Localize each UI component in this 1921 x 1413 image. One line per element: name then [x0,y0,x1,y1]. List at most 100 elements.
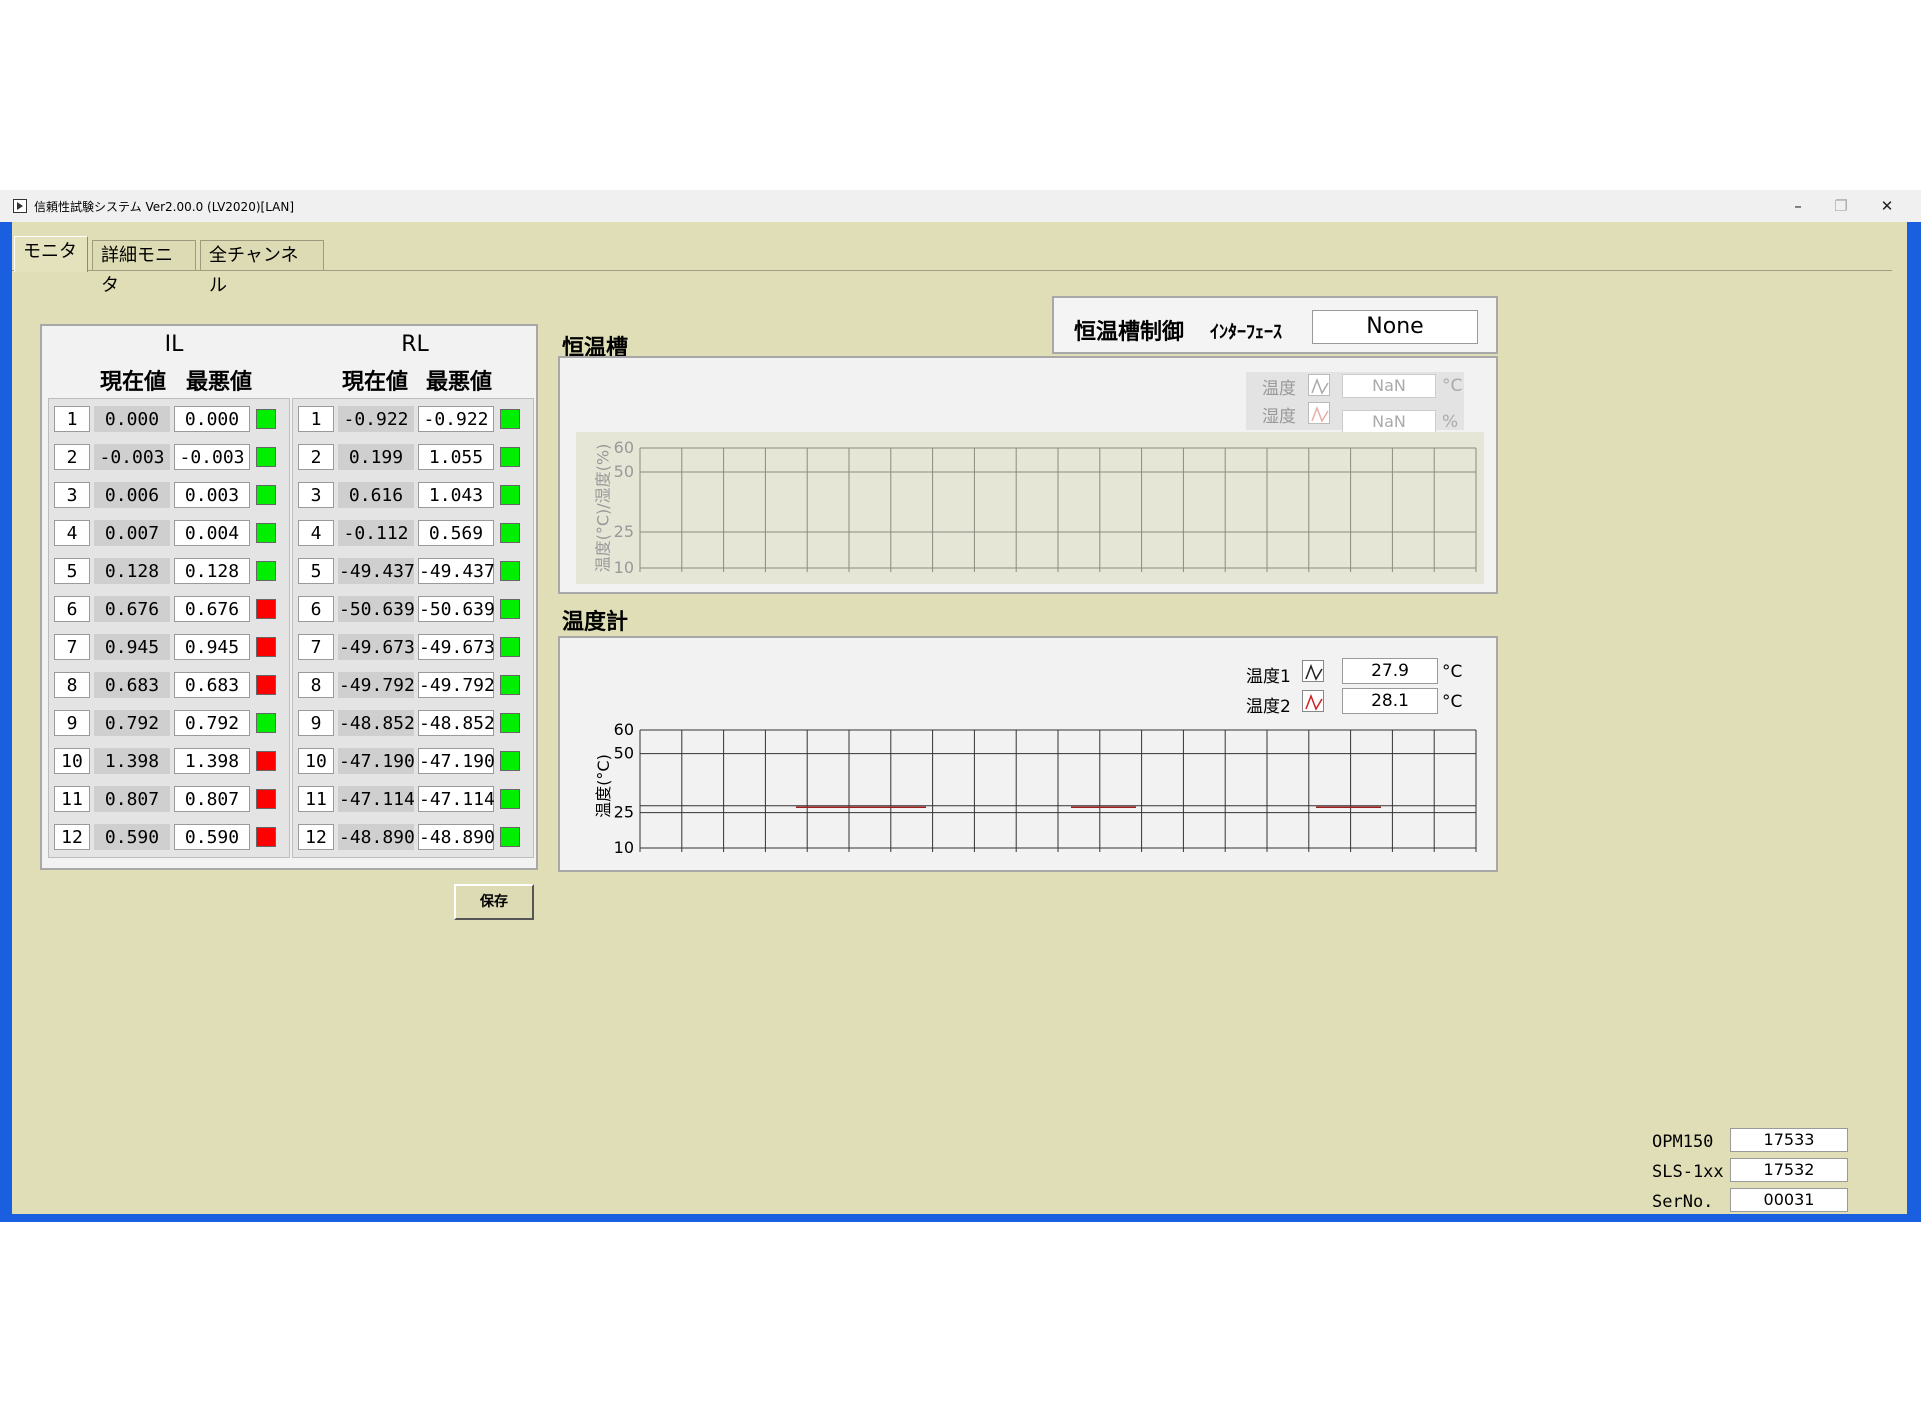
il-channel-number: 12 [54,824,90,850]
rl-worst-value: -49.673 [418,634,495,660]
rl-status-indicator [500,561,520,581]
tab-monitor[interactable]: モニタ [14,236,88,272]
il-status-indicator [256,409,276,429]
rl-current-value: -50.639 [338,596,415,622]
il-worst-value: 0.792 [174,710,250,736]
chamber-temp-label: 温度 [1262,379,1296,399]
rl-worst-header: 最悪値 [426,370,493,395]
rl-status-indicator [500,675,520,695]
il-worst-header: 最悪値 [186,370,253,395]
rl-status-indicator [500,409,520,429]
il-current-value: 0.128 [94,558,170,584]
rl-channel-number: 10 [298,748,334,774]
rl-current-value: -47.190 [338,748,415,774]
rl-current-value: -49.437 [338,558,415,584]
rl-current-value: -48.852 [338,710,415,736]
rl-current-value: -0.922 [338,406,414,432]
rl-title: RL [401,332,429,357]
chamber-control-label: 恒温槽制御 [1074,320,1185,345]
il-status-indicator [256,447,276,467]
il-worst-value: 0.807 [174,786,250,812]
rl-current-header: 現在値 [342,370,409,395]
il-current-value: 0.683 [94,672,170,698]
rl-status-indicator [500,599,520,619]
opm150-value: 17533 [1730,1128,1848,1152]
rl-worst-value: -49.792 [418,672,495,698]
minimize-button[interactable]: – [1775,190,1821,222]
il-current-value: 0.676 [94,596,170,622]
rl-channel-number: 12 [298,824,334,850]
y-tick-label: 60 [614,720,634,739]
rl-current-value: -49.792 [338,672,415,698]
app-icon [13,199,27,213]
il-worst-value: 0.676 [174,596,250,622]
t2-value: 28.1 [1342,688,1438,714]
chamber-temp-plot-icon[interactable] [1308,374,1330,396]
thermometer-chart: 60 50 25 10 [614,720,1477,857]
interface-select[interactable]: None [1312,310,1478,344]
rl-worst-value: -0.922 [418,406,494,432]
il-status-indicator [256,789,276,809]
chamber-chart: 60 50 25 10 [614,438,1477,577]
rl-current-value: 0.616 [338,482,414,508]
t1-label: 温度1 [1246,667,1291,687]
serno-label: SerNo. [1652,1192,1714,1212]
serno-value: 00031 [1730,1188,1848,1212]
rl-current-value: -0.112 [338,520,414,546]
rl-channel-number: 6 [298,596,334,622]
rl-status-indicator [500,751,520,771]
il-worst-value: 0.004 [174,520,250,546]
thermometer-yaxis-label-wrap: 温度(°C) [590,716,614,856]
rl-status-indicator [500,713,520,733]
y-tick-label: 10 [614,838,634,857]
il-channel-number: 1 [54,406,90,432]
y-tick-label: 25 [614,522,634,541]
rl-channel-number: 11 [298,786,334,812]
il-current-value: 0.000 [94,406,170,432]
il-current-value: 0.807 [94,786,170,812]
rl-worst-value: -50.639 [418,596,495,622]
rl-status-indicator [500,447,520,467]
chamber-yaxis-label: 温度(°C)/湿度(%) [593,443,612,573]
il-current-value: 0.590 [94,824,170,850]
sls-value: 17532 [1730,1158,1848,1182]
il-status-indicator [256,713,276,733]
il-status-indicator [256,485,276,505]
close-button[interactable]: ✕ [1864,190,1910,222]
il-status-indicator [256,751,276,771]
rl-status-indicator [500,827,520,847]
il-title: IL [164,332,184,357]
chamber-hum-value: NaN [1342,410,1436,434]
rl-channel-number: 1 [298,406,334,432]
save-button[interactable]: 保存 [454,884,534,920]
chamber-yaxis-label-wrap: 温度(°C)/湿度(%) [588,436,614,580]
il-current-value: 0.007 [94,520,170,546]
thermometer-section-title: 温度計 [562,610,629,635]
chamber-hum-plot-icon[interactable] [1308,402,1330,424]
il-status-indicator [256,561,276,581]
maximize-button[interactable]: ❐ [1818,190,1864,222]
t1-value: 27.9 [1342,658,1438,684]
il-worst-value: 0.683 [174,672,250,698]
il-channel-number: 5 [54,558,90,584]
tab-all-channels[interactable]: 全チャンネル [200,240,324,296]
rl-status-indicator [500,789,520,809]
rl-worst-value: -49.437 [418,558,495,584]
opm150-label: OPM150 [1652,1132,1714,1152]
t2-plot-icon[interactable] [1302,690,1324,712]
rl-worst-value: -48.890 [418,824,495,850]
il-status-indicator [256,637,276,657]
il-current-value: 1.398 [94,748,170,774]
il-channel-number: 8 [54,672,90,698]
rl-current-value: -47.114 [338,786,415,812]
il-channel-number: 6 [54,596,90,622]
il-channel-number: 9 [54,710,90,736]
tab-detail-monitor[interactable]: 詳細モニタ [92,240,196,296]
il-current-header: 現在値 [100,370,167,395]
t1-plot-icon[interactable] [1302,660,1324,682]
il-current-value: 0.792 [94,710,170,736]
rl-current-value: -48.890 [338,824,415,850]
rl-channel-number: 3 [298,482,334,508]
t2-unit: °C [1442,692,1463,712]
rl-worst-value: -47.190 [418,748,495,774]
